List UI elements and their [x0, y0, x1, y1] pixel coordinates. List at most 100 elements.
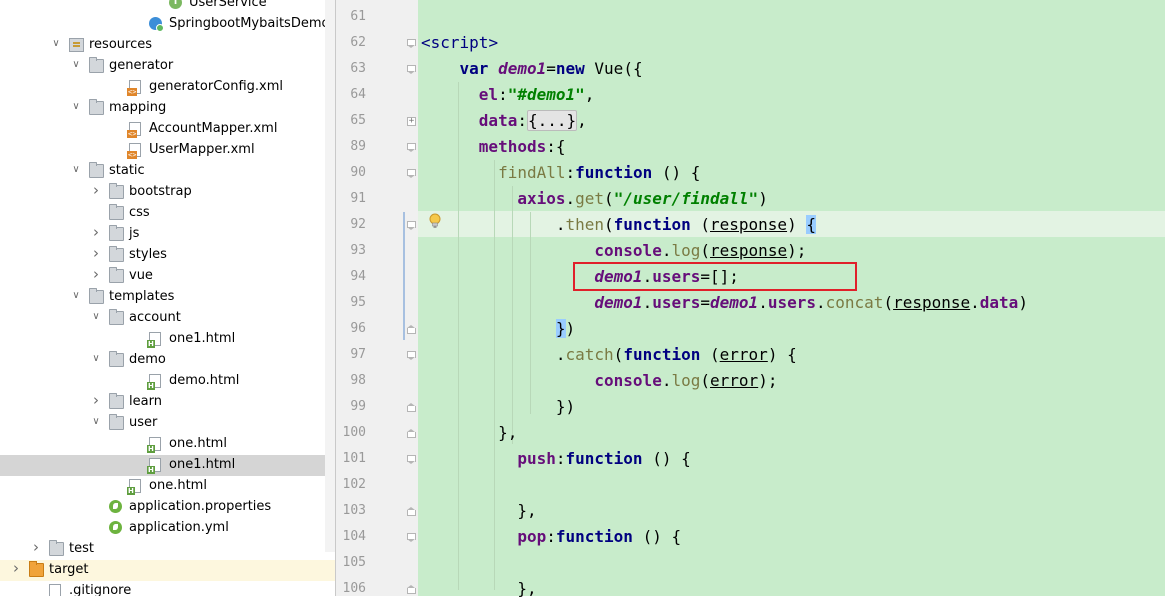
tree-item-label: js	[129, 226, 140, 241]
code-line[interactable]: },	[421, 498, 536, 524]
code-line[interactable]: .then(function (response) {	[421, 212, 816, 238]
tree-item[interactable]: application.yml	[0, 518, 335, 539]
tree-item[interactable]: AccountMapper.xml	[0, 119, 335, 140]
chevron-down-icon[interactable]: ∨	[91, 417, 101, 427]
chevron-down-icon[interactable]: ∨	[71, 60, 81, 70]
code-line[interactable]: methods:{	[421, 134, 566, 160]
tree-item[interactable]: › bootstrap	[0, 182, 335, 203]
folder-icon	[89, 288, 104, 304]
tree-item[interactable]: UserMapper.xml	[0, 140, 335, 161]
tree-item-label: generator	[109, 58, 174, 73]
tree-item[interactable]: one.html	[0, 476, 335, 497]
line-number: 93	[350, 243, 366, 258]
code-token: Vue	[594, 59, 624, 78]
chevron-right-icon[interactable]: ›	[91, 183, 101, 198]
tree-item[interactable]: › learn	[0, 392, 335, 413]
tree-item[interactable]: one.html	[0, 434, 335, 455]
fold-start-icon[interactable]	[407, 533, 416, 542]
chevron-right-icon[interactable]: ›	[91, 225, 101, 240]
line-number: 101	[342, 451, 366, 466]
chevron-down-icon[interactable]: ∨	[91, 354, 101, 364]
tree-item[interactable]: ∨ user	[0, 413, 335, 434]
chevron-down-icon[interactable]: ∨	[71, 102, 81, 112]
tree-item[interactable]: ∨ templates	[0, 287, 335, 308]
chevron-right-icon[interactable]: ›	[11, 561, 21, 576]
tree-item[interactable]: ∨ mapping	[0, 98, 335, 119]
code-token: "/user/findall"	[613, 189, 759, 208]
fold-start-icon[interactable]	[407, 455, 416, 464]
tree-item[interactable]: ∨ static	[0, 161, 335, 182]
line-number: 102	[342, 477, 366, 492]
tree-item[interactable]: ∨ resources	[0, 35, 335, 56]
tree-item[interactable]: I UserService	[0, 0, 335, 14]
fold-expand-icon[interactable]: +	[407, 117, 416, 126]
tree-item[interactable]: demo.html	[0, 371, 335, 392]
tree-item[interactable]: › target	[0, 560, 335, 581]
tree-item[interactable]: › vue	[0, 266, 335, 287]
code-line[interactable]: axios.get("/user/findall")	[421, 186, 768, 212]
code-token: (	[700, 241, 711, 260]
tree-item[interactable]: › test	[0, 539, 335, 560]
tree-item[interactable]: ∨ generator	[0, 56, 335, 77]
tree-item-label: account	[129, 310, 181, 325]
code-line[interactable]: },	[421, 420, 517, 446]
tree-item[interactable]: ∨ account	[0, 308, 335, 329]
code-line[interactable]: .catch(function (error) {	[421, 342, 797, 368]
lightbulb-icon[interactable]	[428, 213, 442, 229]
tree-item[interactable]: SpringbootMybaitsDemoApp	[0, 14, 335, 35]
tree-item[interactable]: .gitignore	[0, 581, 335, 596]
code-line[interactable]: el:"#demo1",	[421, 82, 595, 108]
fold-start-icon[interactable]	[407, 169, 416, 178]
chevron-right-icon[interactable]: ›	[91, 393, 101, 408]
fold-start-icon[interactable]	[407, 143, 416, 152]
fold-start-icon[interactable]	[407, 39, 416, 48]
code-line[interactable]: <script>	[421, 30, 498, 56]
fold-start-icon[interactable]	[407, 351, 416, 360]
line-number: 104	[342, 529, 366, 544]
chevron-down-icon[interactable]: ∨	[71, 291, 81, 301]
chevron-down-icon[interactable]: ∨	[71, 165, 81, 175]
tree-item[interactable]: › js	[0, 224, 335, 245]
tree-item[interactable]: application.properties	[0, 497, 335, 518]
code-line[interactable]: push:function () {	[421, 446, 690, 472]
code-token: log	[671, 241, 701, 260]
code-line[interactable]: var demo1=new Vue({	[421, 56, 643, 82]
code-line[interactable]: console.log(response);	[421, 238, 806, 264]
code-line[interactable]: data:{...},	[421, 108, 587, 134]
tree-item[interactable]: one1.html	[0, 329, 335, 350]
line-number: 106	[342, 581, 366, 596]
fold-end-icon[interactable]	[407, 507, 416, 516]
fold-end-icon[interactable]	[407, 403, 416, 412]
code-line[interactable]: console.log(error);	[421, 368, 777, 394]
chevron-right-icon[interactable]: ›	[31, 540, 41, 555]
line-number: 90	[350, 165, 366, 180]
chevron-right-icon[interactable]: ›	[91, 267, 101, 282]
code-line[interactable]: demo1.users=demo1.users.concat(response.…	[421, 290, 1028, 316]
tree-item[interactable]: css	[0, 203, 335, 224]
tree-item-label: UserService	[189, 0, 267, 10]
fold-end-icon[interactable]	[407, 429, 416, 438]
tree-item[interactable]: ∨ demo	[0, 350, 335, 371]
code-token: new	[555, 59, 595, 78]
code-line[interactable]: findAll:function () {	[421, 160, 700, 186]
tree-item[interactable]: one1.html	[0, 455, 335, 476]
fold-start-icon[interactable]	[407, 221, 416, 230]
fold-end-icon[interactable]	[407, 325, 416, 334]
code-line[interactable]: })	[421, 316, 575, 342]
vcs-change-marker[interactable]	[403, 212, 405, 340]
fold-end-icon[interactable]	[407, 585, 416, 594]
fold-start-icon[interactable]	[407, 65, 416, 74]
chevron-right-icon[interactable]: ›	[91, 246, 101, 261]
project-tree-scrollbar[interactable]	[325, 0, 335, 552]
code-line[interactable]: })	[421, 394, 575, 420]
code-line[interactable]: pop:function () {	[421, 524, 681, 550]
tree-item[interactable]: › styles	[0, 245, 335, 266]
code-token: },	[498, 423, 518, 442]
chevron-down-icon[interactable]: ∨	[91, 312, 101, 322]
tree-item[interactable]: generatorConfig.xml	[0, 77, 335, 98]
code-token: function	[613, 215, 691, 234]
code-line[interactable]: },	[421, 576, 536, 602]
chevron-down-icon[interactable]: ∨	[51, 39, 61, 49]
